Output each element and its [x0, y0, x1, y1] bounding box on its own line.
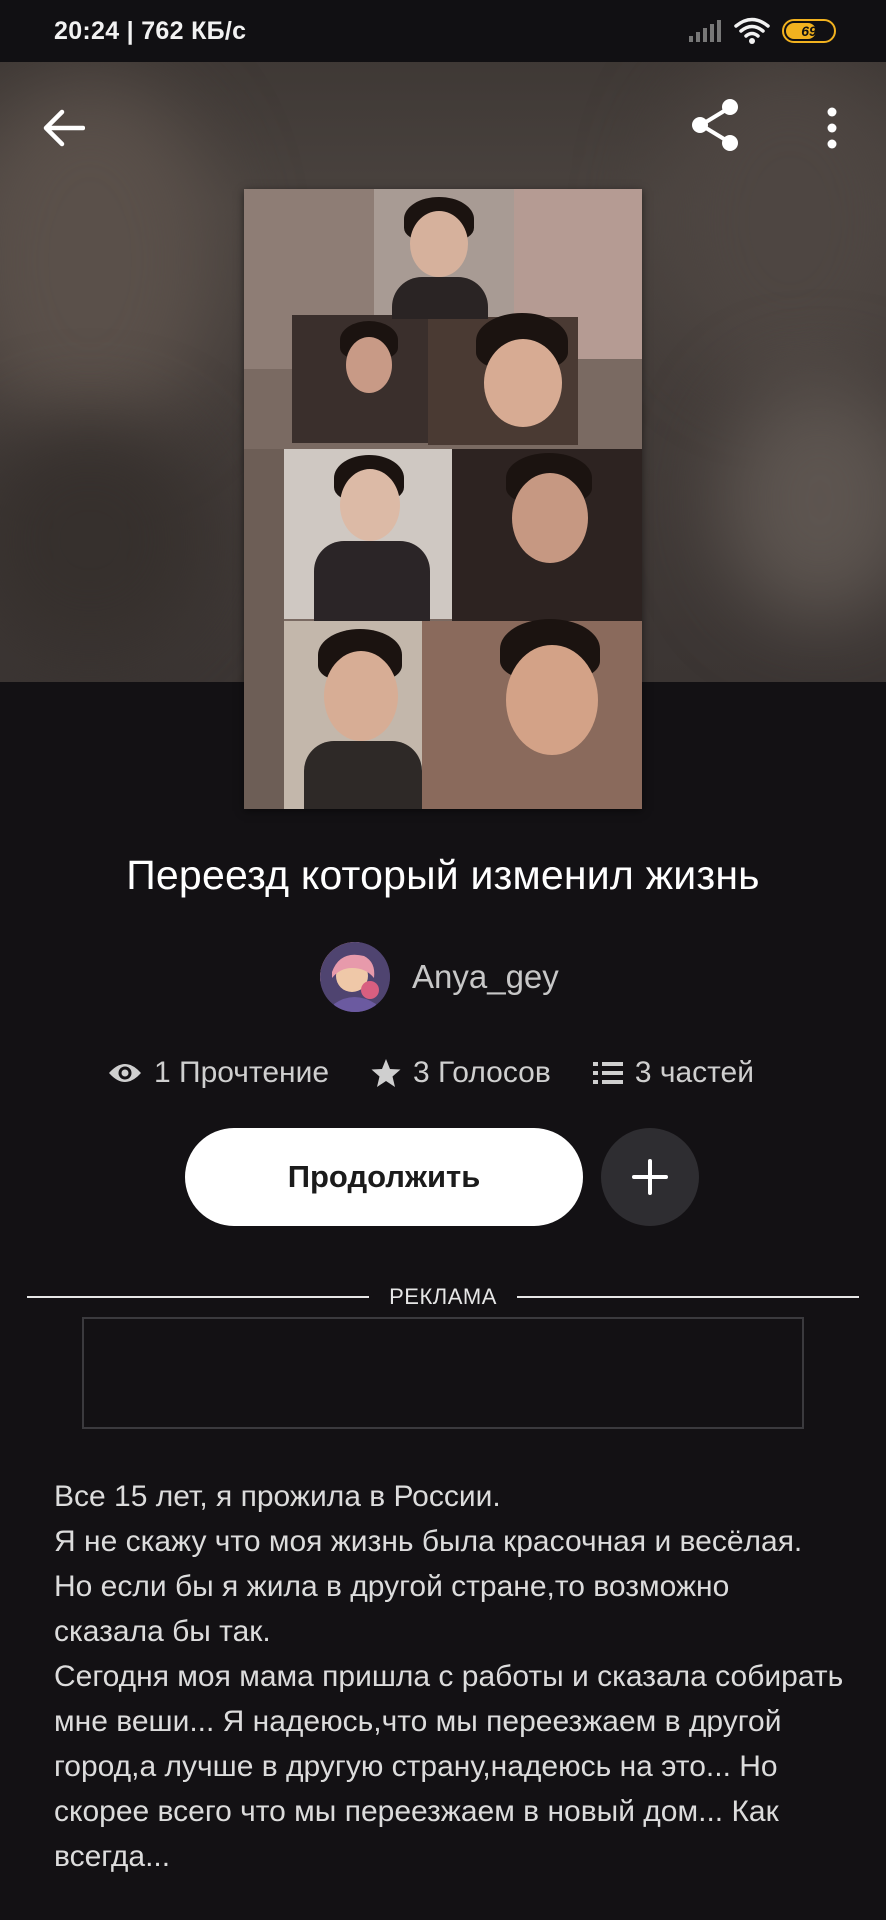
- avatar[interactable]: [320, 942, 390, 1012]
- votes-stat: 3 Голосов: [371, 1056, 551, 1090]
- star-icon: [371, 1059, 401, 1087]
- list-icon: [592, 1062, 623, 1084]
- battery-level: 69: [801, 23, 817, 39]
- divider-line-right: [516, 1296, 859, 1298]
- reads-stat: 1 Прочтение: [108, 1056, 329, 1090]
- battery-icon: 69: [782, 19, 836, 43]
- back-button[interactable]: [32, 96, 96, 160]
- votes-count: 3 Голосов: [413, 1056, 551, 1089]
- plus-icon: [632, 1159, 668, 1195]
- parts-stat[interactable]: 3 частей: [592, 1056, 754, 1090]
- more-vertical-icon: [827, 107, 837, 149]
- status-time-speed: 20:24 | 762 КБ/с: [54, 16, 247, 45]
- ad-divider: РЕКЛАМА: [27, 1278, 859, 1316]
- status-icons: 69: [688, 17, 836, 45]
- share-icon: [692, 99, 738, 151]
- author-link[interactable]: Anya_gey: [320, 942, 559, 1012]
- story-preview-text: Все 15 лет, я прожила в России. Я не ска…: [54, 1480, 844, 1873]
- continue-label: Продолжить: [287, 1159, 481, 1194]
- ad-banner[interactable]: [82, 1317, 804, 1429]
- book-cover[interactable]: [244, 189, 642, 809]
- avatar-image: [320, 942, 390, 1012]
- story-details-screen: 20:24 | 762 КБ/с 69 Переезд который изме…: [0, 0, 886, 1920]
- arrow-left-icon: [43, 109, 85, 147]
- book-title: Переезд который изменил жизнь: [126, 852, 760, 898]
- book-stats: 1 Прочтение 3 Голосов 3 частей: [108, 1050, 754, 1096]
- author-name: Anya_gey: [412, 958, 559, 995]
- eye-icon: [109, 1064, 141, 1082]
- divider-line-left: [27, 1296, 370, 1298]
- add-to-library-button[interactable]: [601, 1128, 699, 1226]
- more-options-button[interactable]: [812, 96, 852, 160]
- signal-icon: [689, 20, 721, 42]
- reads-count: 1 Прочтение: [154, 1056, 330, 1089]
- share-button[interactable]: [682, 92, 748, 158]
- status-bar: 20:24 | 762 КБ/с 69: [0, 0, 886, 62]
- continue-reading-button[interactable]: Продолжить: [185, 1128, 583, 1226]
- parts-count: 3 частей: [634, 1056, 754, 1089]
- ad-label: РЕКЛАМА: [389, 1284, 497, 1309]
- wifi-icon: [734, 17, 770, 44]
